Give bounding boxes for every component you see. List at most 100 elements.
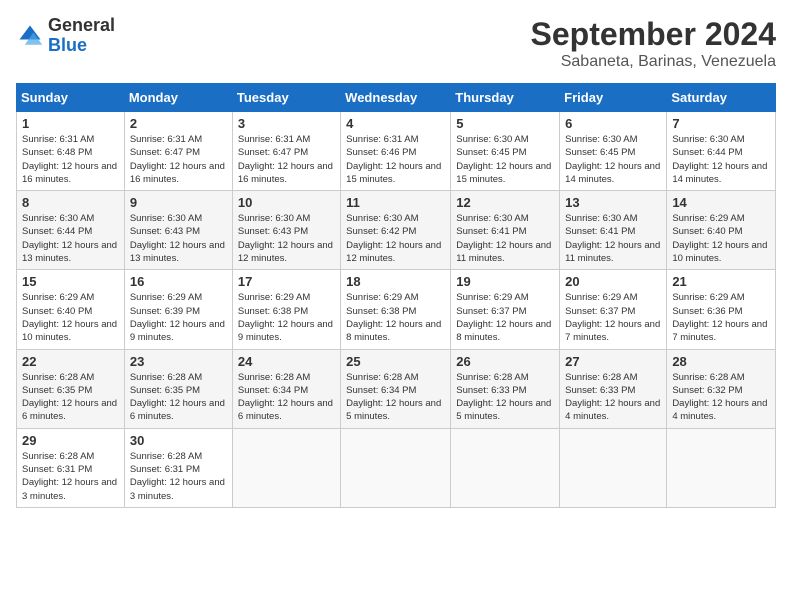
- calendar-cell: [451, 428, 560, 507]
- day-number: 20: [565, 274, 661, 289]
- calendar-cell: 22 Sunrise: 6:28 AMSunset: 6:35 PMDayligh…: [17, 349, 125, 428]
- calendar-week-row: 15Sunrise: 6:29 AMSunset: 6:40 PMDayligh…: [17, 270, 776, 349]
- weekday-header: Wednesday: [341, 84, 451, 112]
- day-number: 26: [456, 354, 554, 369]
- day-info: Sunrise: 6:28 AMSunset: 6:33 PMDaylight:…: [456, 371, 554, 424]
- day-number: 11: [346, 195, 445, 210]
- calendar-week-row: 1Sunrise: 6:31 AMSunset: 6:48 PMDaylight…: [17, 112, 776, 191]
- day-number: 17: [238, 274, 335, 289]
- day-info: Sunrise: 6:30 AMSunset: 6:41 PMDaylight:…: [456, 212, 554, 265]
- day-info: Sunrise: 6:28 AMSunset: 6:34 PMDaylight:…: [346, 371, 445, 424]
- day-info: Sunrise: 6:28 AMSunset: 6:35 PMDaylight:…: [22, 371, 119, 424]
- calendar-cell: 10 Sunrise: 6:30 AMSunset: 6:43 PMDayligh…: [232, 191, 340, 270]
- calendar-cell: 19 Sunrise: 6:29 AMSunset: 6:37 PMDayligh…: [451, 270, 560, 349]
- calendar-cell: 28Sunrise: 6:28 AMSunset: 6:32 PMDayligh…: [667, 349, 776, 428]
- calendar-cell: 24Sunrise: 6:28 AMSunset: 6:34 PMDayligh…: [232, 349, 340, 428]
- weekday-header: Sunday: [17, 84, 125, 112]
- calendar-cell: 12Sunrise: 6:30 AMSunset: 6:41 PMDayligh…: [451, 191, 560, 270]
- calendar-cell: 1Sunrise: 6:31 AMSunset: 6:48 PMDaylight…: [17, 112, 125, 191]
- calendar-cell: 6 Sunrise: 6:30 AMSunset: 6:45 PMDaylight…: [560, 112, 667, 191]
- day-info: Sunrise: 6:29 AMSunset: 6:40 PMDaylight:…: [672, 212, 770, 265]
- calendar-cell: 25 Sunrise: 6:28 AMSunset: 6:34 PMDayligh…: [341, 349, 451, 428]
- day-info: Sunrise: 6:30 AMSunset: 6:44 PMDaylight:…: [672, 133, 770, 186]
- day-number: 10: [238, 195, 335, 210]
- day-info: Sunrise: 6:31 AMSunset: 6:48 PMDaylight:…: [22, 133, 119, 186]
- day-number: 22: [22, 354, 119, 369]
- weekday-header: Tuesday: [232, 84, 340, 112]
- calendar-week-row: 8 Sunrise: 6:30 AMSunset: 6:44 PMDaylight…: [17, 191, 776, 270]
- day-number: 13: [565, 195, 661, 210]
- weekday-header: Monday: [124, 84, 232, 112]
- logo-icon: [16, 22, 44, 50]
- calendar-cell: 11Sunrise: 6:30 AMSunset: 6:42 PMDayligh…: [341, 191, 451, 270]
- day-number: 6: [565, 116, 661, 131]
- logo-text: General Blue: [48, 16, 115, 56]
- day-number: 30: [130, 433, 227, 448]
- calendar-cell: 2 Sunrise: 6:31 AMSunset: 6:47 PMDaylight…: [124, 112, 232, 191]
- day-number: 18: [346, 274, 445, 289]
- day-number: 9: [130, 195, 227, 210]
- day-info: Sunrise: 6:30 AMSunset: 6:45 PMDaylight:…: [456, 133, 554, 186]
- day-info: Sunrise: 6:29 AMSunset: 6:40 PMDaylight:…: [22, 291, 119, 344]
- day-info: Sunrise: 6:28 AMSunset: 6:33 PMDaylight:…: [565, 371, 661, 424]
- calendar-week-row: 29 Sunrise: 6:28 AMSunset: 6:31 PMDayligh…: [17, 428, 776, 507]
- calendar-cell: 27 Sunrise: 6:28 AMSunset: 6:33 PMDayligh…: [560, 349, 667, 428]
- logo: General Blue: [16, 16, 115, 56]
- day-info: Sunrise: 6:30 AMSunset: 6:41 PMDaylight:…: [565, 212, 661, 265]
- day-info: Sunrise: 6:31 AMSunset: 6:47 PMDaylight:…: [238, 133, 335, 186]
- calendar-cell: [341, 428, 451, 507]
- calendar-cell: 26 Sunrise: 6:28 AMSunset: 6:33 PMDayligh…: [451, 349, 560, 428]
- calendar-cell: 9 Sunrise: 6:30 AMSunset: 6:43 PMDaylight…: [124, 191, 232, 270]
- calendar-cell: 14 Sunrise: 6:29 AMSunset: 6:40 PMDayligh…: [667, 191, 776, 270]
- page-header: General Blue September 2024 Sabaneta, Ba…: [16, 16, 776, 71]
- day-number: 27: [565, 354, 661, 369]
- calendar-cell: 16 Sunrise: 6:29 AMSunset: 6:39 PMDayligh…: [124, 270, 232, 349]
- calendar-cell: [232, 428, 340, 507]
- day-info: Sunrise: 6:29 AMSunset: 6:37 PMDaylight:…: [456, 291, 554, 344]
- day-number: 29: [22, 433, 119, 448]
- day-number: 21: [672, 274, 770, 289]
- calendar-cell: 15Sunrise: 6:29 AMSunset: 6:40 PMDayligh…: [17, 270, 125, 349]
- calendar: SundayMondayTuesdayWednesdayThursdayFrid…: [16, 83, 776, 508]
- calendar-cell: 8 Sunrise: 6:30 AMSunset: 6:44 PMDaylight…: [17, 191, 125, 270]
- day-number: 2: [130, 116, 227, 131]
- day-info: Sunrise: 6:30 AMSunset: 6:43 PMDaylight:…: [238, 212, 335, 265]
- weekday-header: Thursday: [451, 84, 560, 112]
- month-year: September 2024: [531, 16, 776, 53]
- calendar-cell: 5Sunrise: 6:30 AMSunset: 6:45 PMDaylight…: [451, 112, 560, 191]
- day-info: Sunrise: 6:29 AMSunset: 6:39 PMDaylight:…: [130, 291, 227, 344]
- calendar-cell: [560, 428, 667, 507]
- calendar-cell: 7 Sunrise: 6:30 AMSunset: 6:44 PMDaylight…: [667, 112, 776, 191]
- calendar-cell: 3Sunrise: 6:31 AMSunset: 6:47 PMDaylight…: [232, 112, 340, 191]
- weekday-header: Friday: [560, 84, 667, 112]
- weekday-header-row: SundayMondayTuesdayWednesdayThursdayFrid…: [17, 84, 776, 112]
- calendar-cell: 18 Sunrise: 6:29 AMSunset: 6:38 PMDayligh…: [341, 270, 451, 349]
- weekday-header: Saturday: [667, 84, 776, 112]
- day-number: 19: [456, 274, 554, 289]
- day-info: Sunrise: 6:30 AMSunset: 6:43 PMDaylight:…: [130, 212, 227, 265]
- calendar-cell: 29 Sunrise: 6:28 AMSunset: 6:31 PMDayligh…: [17, 428, 125, 507]
- day-number: 4: [346, 116, 445, 131]
- day-number: 8: [22, 195, 119, 210]
- day-info: Sunrise: 6:31 AMSunset: 6:46 PMDaylight:…: [346, 133, 445, 186]
- day-number: 16: [130, 274, 227, 289]
- day-number: 7: [672, 116, 770, 131]
- calendar-cell: [667, 428, 776, 507]
- calendar-cell: 4 Sunrise: 6:31 AMSunset: 6:46 PMDaylight…: [341, 112, 451, 191]
- calendar-week-row: 22 Sunrise: 6:28 AMSunset: 6:35 PMDayligh…: [17, 349, 776, 428]
- day-number: 23: [130, 354, 227, 369]
- day-info: Sunrise: 6:28 AMSunset: 6:31 PMDaylight:…: [130, 450, 227, 503]
- day-info: Sunrise: 6:31 AMSunset: 6:47 PMDaylight:…: [130, 133, 227, 186]
- calendar-cell: 17Sunrise: 6:29 AMSunset: 6:38 PMDayligh…: [232, 270, 340, 349]
- day-number: 14: [672, 195, 770, 210]
- day-info: Sunrise: 6:29 AMSunset: 6:36 PMDaylight:…: [672, 291, 770, 344]
- title-block: September 2024 Sabaneta, Barinas, Venezu…: [531, 16, 776, 71]
- day-number: 24: [238, 354, 335, 369]
- calendar-cell: 20Sunrise: 6:29 AMSunset: 6:37 PMDayligh…: [560, 270, 667, 349]
- day-info: Sunrise: 6:29 AMSunset: 6:38 PMDaylight:…: [346, 291, 445, 344]
- location: Sabaneta, Barinas, Venezuela: [531, 53, 776, 71]
- day-info: Sunrise: 6:28 AMSunset: 6:31 PMDaylight:…: [22, 450, 119, 503]
- day-number: 25: [346, 354, 445, 369]
- day-info: Sunrise: 6:30 AMSunset: 6:45 PMDaylight:…: [565, 133, 661, 186]
- day-info: Sunrise: 6:30 AMSunset: 6:44 PMDaylight:…: [22, 212, 119, 265]
